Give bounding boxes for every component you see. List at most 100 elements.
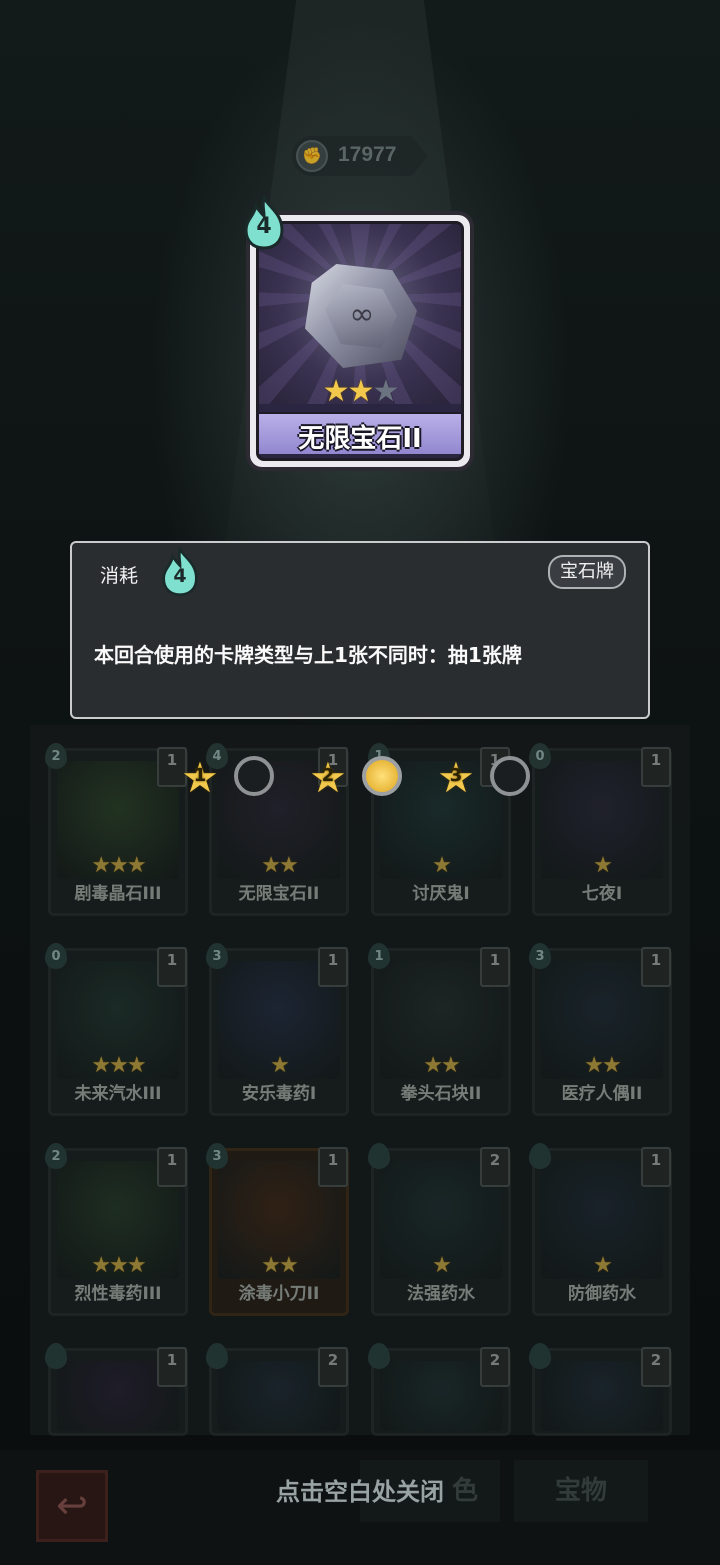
collection-card[interactable]: ★★ 医疗人偶II 3 1 xyxy=(529,943,672,1116)
card-count-badge: 1 xyxy=(157,1147,187,1187)
energy-cost-badge xyxy=(368,1343,390,1369)
card-count-badge: 1 xyxy=(641,1147,671,1187)
star-icon: ★ xyxy=(91,1253,111,1278)
cost-value: 4 xyxy=(173,565,187,587)
card-type-tag: 宝石牌 xyxy=(548,555,626,589)
collection-card[interactable]: ★★ 涂毒小刀II 3 1 xyxy=(206,1143,349,1316)
currency-value: 17977 xyxy=(338,143,397,166)
card-count-badge: 1 xyxy=(480,947,510,987)
collection-card[interactable]: 2 xyxy=(368,1343,511,1436)
card-count-badge: 1 xyxy=(157,947,187,987)
cost-label: 消耗 xyxy=(100,565,139,587)
energy-cost-badge: 0 xyxy=(45,943,67,969)
card-stars: ★ xyxy=(212,1053,346,1078)
energy-cost-badge xyxy=(206,1343,228,1369)
star-icon: ★ xyxy=(372,374,399,409)
card-count-badge: 2 xyxy=(641,1347,671,1387)
energy-cost-badge: 3 xyxy=(206,943,228,969)
star-icon: ★ xyxy=(432,853,452,878)
card-stars: ★★★ xyxy=(51,1253,185,1278)
card-name: 涂毒小刀II xyxy=(238,1284,320,1304)
card-name: 医疗人偶II xyxy=(561,1084,643,1104)
card-stars: ★★ xyxy=(374,1053,508,1078)
energy-cost-badge: 4 xyxy=(242,194,286,250)
level-number: 3 xyxy=(449,765,463,786)
collection-card[interactable]: 2 xyxy=(206,1343,349,1436)
star-icon: ★ xyxy=(126,1053,147,1078)
collection-card[interactable]: ★★★ 未来汽水III 0 1 xyxy=(45,943,188,1116)
card-stars: ★★★ xyxy=(51,853,185,878)
star-icon: ★ xyxy=(279,1253,299,1278)
star-icon: ★ xyxy=(91,853,111,878)
star-icon: ★ xyxy=(109,1253,129,1278)
energy-cost-badge xyxy=(529,1343,551,1369)
card-name: 安乐毒药I xyxy=(241,1084,317,1104)
card-stars: ★★ xyxy=(535,1053,669,1078)
card-description-panel: 消耗 4 宝石牌 本回合使用的卡牌类型与上1张不同时：抽1张牌 xyxy=(70,541,650,719)
currency-display: ✊ 17977 xyxy=(292,136,428,176)
card-name: 无限宝石II xyxy=(298,424,422,454)
star-icon: ★ xyxy=(109,853,129,878)
star-icon: ★ xyxy=(602,1053,622,1078)
collection-card[interactable]: 2 xyxy=(529,1343,672,1436)
infinity-icon: ∞ xyxy=(349,297,375,332)
card-effect-text: 本回合使用的卡牌类型与上1张不同时：抽1张牌 xyxy=(94,643,522,667)
collection-card[interactable]: ★★★ 烈性毒药III 2 1 xyxy=(45,1143,188,1316)
card-count-badge: 1 xyxy=(318,947,348,987)
card-count-badge: 2 xyxy=(480,1147,510,1187)
energy-cost-badge: 2 xyxy=(45,743,67,769)
upgrade-level-selector: ★ 1 ★ 2 ★ 3 xyxy=(178,752,548,802)
card-stars: ★★ xyxy=(212,853,346,878)
energy-cost-value: 4 xyxy=(256,214,272,239)
collection-card[interactable]: ★ 防御药水 1 xyxy=(529,1143,672,1316)
card-count-badge: 2 xyxy=(318,1347,348,1387)
card-count-badge: 2 xyxy=(480,1347,510,1387)
collection-card[interactable]: ★★ 拳头石块II 1 1 xyxy=(368,943,511,1116)
collection-card[interactable]: ★ 法强药水 2 xyxy=(368,1143,511,1316)
card-name: 拳头石块II xyxy=(400,1084,482,1104)
card-name: 未来汽水III xyxy=(74,1084,162,1104)
collection-card[interactable]: ★ 安乐毒药I 3 1 xyxy=(206,943,349,1116)
card-name: 烈性毒药III xyxy=(74,1284,162,1304)
star-icon: ★ xyxy=(441,1053,461,1078)
card-stars: ★ xyxy=(374,1253,508,1278)
star-icon: ★ xyxy=(593,853,613,878)
level-radio-1[interactable] xyxy=(234,756,274,796)
level-radio-3[interactable] xyxy=(490,756,530,796)
collection-card[interactable]: ★★★ 剧毒晶石III 2 1 xyxy=(45,743,188,916)
card-count-badge: 1 xyxy=(157,1347,187,1387)
card-name: 七夜I xyxy=(581,884,623,904)
star-icon: ★ xyxy=(109,1053,129,1078)
star-icon: ★ xyxy=(261,1253,281,1278)
star-icon: ★ xyxy=(126,853,147,878)
fist-coin-icon: ✊ xyxy=(296,140,328,172)
star-icon: ★ xyxy=(432,1253,452,1278)
card-count-badge: 1 xyxy=(641,747,671,787)
card-stars: ★★★ xyxy=(51,1053,185,1078)
card-stars: ★★ xyxy=(212,1253,346,1278)
energy-cost-badge xyxy=(45,1343,67,1369)
card-stars: ★ xyxy=(535,853,669,878)
card-name: 法强药水 xyxy=(407,1284,475,1304)
collection-card[interactable]: 1 xyxy=(45,1343,188,1436)
collection-card[interactable]: ★ 七夜I 0 1 xyxy=(529,743,672,916)
level-star-icon: ★ 3 xyxy=(434,756,478,800)
level-radio-2[interactable] xyxy=(362,756,402,796)
star-icon: ★ xyxy=(584,1053,604,1078)
card-stars: ★★★ xyxy=(259,374,461,409)
level-number: 1 xyxy=(193,765,207,786)
energy-cost-badge xyxy=(368,1143,390,1169)
star-icon: ★ xyxy=(593,1253,613,1278)
card-name: 剧毒晶石III xyxy=(74,884,162,904)
level-star-icon: ★ 1 xyxy=(178,756,222,800)
star-icon: ★ xyxy=(91,1053,111,1078)
close-hint: 点击空白处关闭 xyxy=(276,1478,444,1506)
star-icon: ★ xyxy=(279,853,299,878)
level-number: 2 xyxy=(321,765,335,786)
level-star-icon: ★ 2 xyxy=(306,756,350,800)
energy-cost-badge xyxy=(529,1143,551,1169)
star-icon: ★ xyxy=(423,1053,443,1078)
card-stars: ★ xyxy=(374,853,508,878)
card-count-badge: 1 xyxy=(318,1147,348,1187)
energy-cost-badge: 2 xyxy=(45,1143,67,1169)
